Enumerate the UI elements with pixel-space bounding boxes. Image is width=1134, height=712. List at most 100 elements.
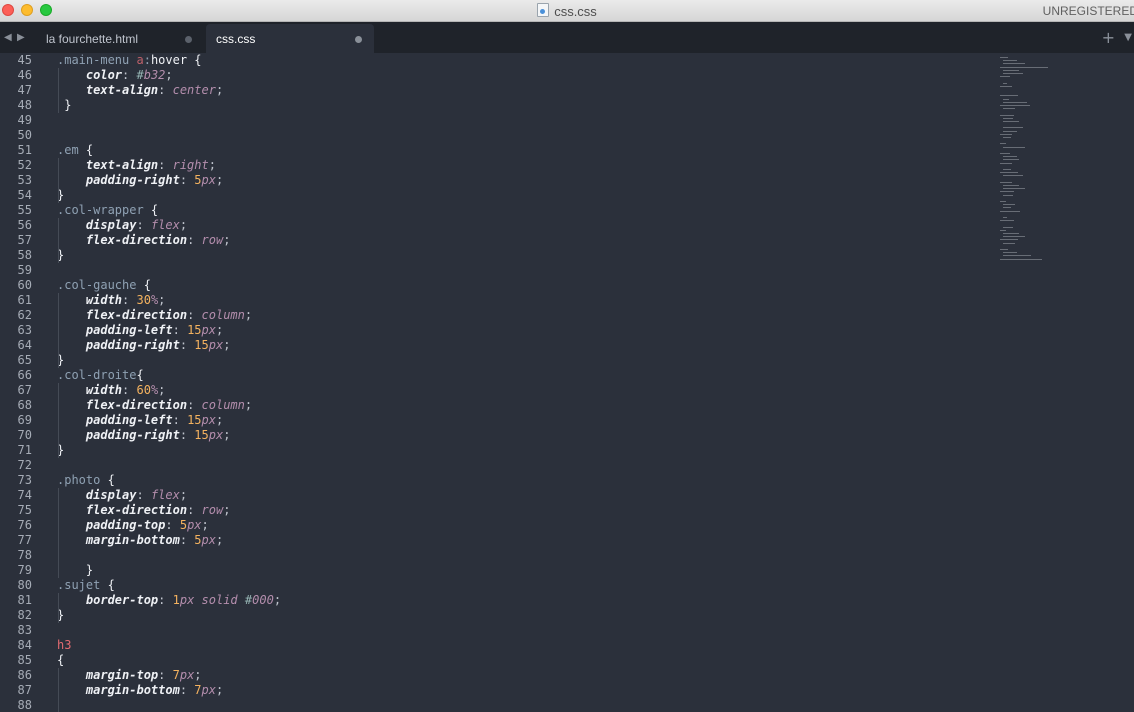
code-token: 000 bbox=[252, 593, 274, 607]
triangle-down-icon[interactable]: ▼ bbox=[1124, 32, 1132, 43]
code-text: flex-direction: column; bbox=[57, 308, 252, 323]
tab-close-dot-icon[interactable] bbox=[185, 36, 192, 43]
code-line[interactable]: 61 width: 30%; bbox=[0, 293, 990, 308]
code-line[interactable]: 79 } bbox=[0, 563, 990, 578]
code-text: padding-top: 5px; bbox=[57, 518, 209, 533]
code-line[interactable]: 49 bbox=[0, 113, 990, 128]
code-text: .col-wrapper { bbox=[57, 203, 158, 218]
code-line[interactable]: 65} bbox=[0, 353, 990, 368]
code-line[interactable]: 78 bbox=[0, 548, 990, 563]
tab-close-dot-icon[interactable] bbox=[355, 36, 362, 43]
code-line[interactable]: 86 margin-top: 7px; bbox=[0, 668, 990, 683]
code-line[interactable]: 54} bbox=[0, 188, 990, 203]
line-number: 73 bbox=[17, 473, 32, 487]
code-line[interactable]: 57 flex-direction: row; bbox=[0, 233, 990, 248]
code-line[interactable]: 84 h3 bbox=[0, 638, 990, 653]
code-line[interactable]: 50 bbox=[0, 128, 990, 143]
code-line[interactable]: 64 padding-right: 15px; bbox=[0, 338, 990, 353]
code-token: # bbox=[136, 68, 144, 82]
code-line[interactable]: 76 padding-top: 5px; bbox=[0, 518, 990, 533]
line-number: 79 bbox=[17, 563, 32, 577]
code-token: display bbox=[85, 488, 137, 502]
code-line[interactable]: 62 flex-direction: column; bbox=[0, 308, 990, 323]
indent-guide bbox=[58, 668, 59, 712]
code-line[interactable]: 66 .col-droite{ bbox=[0, 368, 990, 383]
code-line[interactable]: 81 border-top: 1px solid #000; bbox=[0, 593, 990, 608]
line-number: 50 bbox=[17, 128, 32, 142]
minimap-line bbox=[1000, 172, 1018, 174]
code-token: 15 bbox=[187, 413, 202, 427]
code-line[interactable]: 72 bbox=[0, 458, 990, 473]
code-line[interactable]: 63 padding-left: 15px; bbox=[0, 323, 990, 338]
code-token: .col-gauche bbox=[57, 278, 137, 292]
code-text: flex-direction: row; bbox=[57, 233, 231, 248]
triangle-right-icon[interactable]: ▶ bbox=[17, 32, 25, 43]
code-line[interactable]: 67 width: 60%; bbox=[0, 383, 990, 398]
code-text: margin-bottom: 7px; bbox=[57, 683, 223, 698]
code-token: b32 bbox=[143, 68, 166, 82]
code-token: width bbox=[85, 293, 123, 307]
code-line[interactable]: 58} bbox=[0, 248, 990, 263]
code-line[interactable]: 48 } bbox=[0, 98, 990, 113]
code-token: : bbox=[143, 53, 151, 67]
code-editor[interactable]: 45 .main-menu a:hover {46 color: #b32; 47 … bbox=[0, 53, 1134, 712]
triangle-left-icon[interactable]: ◀ bbox=[4, 32, 12, 43]
code-line[interactable]: 88 bbox=[0, 698, 990, 712]
line-number: 72 bbox=[17, 458, 32, 472]
line-number: 68 bbox=[17, 398, 32, 412]
line-number: 55 bbox=[17, 203, 32, 217]
code-line[interactable]: 77 margin-bottom: 5px; bbox=[0, 533, 990, 548]
code-line[interactable]: 46 color: #b32; bbox=[0, 68, 990, 83]
minimap-line bbox=[1003, 137, 1011, 138]
minimap-line bbox=[1003, 146, 1025, 148]
code-line[interactable]: 87 margin-bottom: 7px; bbox=[0, 683, 990, 698]
code-text: margin-bottom: 5px; bbox=[57, 533, 223, 548]
code-line[interactable]: 59 bbox=[0, 263, 990, 278]
code-text: text-align: center; bbox=[57, 83, 223, 98]
code-line[interactable]: 45 .main-menu a:hover { bbox=[0, 53, 990, 68]
code-line[interactable]: 70 padding-right: 15px; bbox=[0, 428, 990, 443]
code-line[interactable]: 80 .sujet { bbox=[0, 578, 990, 593]
code-line[interactable]: 73 .photo { bbox=[0, 473, 990, 488]
code-line[interactable]: 83 bbox=[0, 623, 990, 638]
code-line[interactable]: 52 text-align: right; bbox=[0, 158, 990, 173]
code-line[interactable]: 74 display: flex; bbox=[0, 488, 990, 503]
css-file-icon bbox=[537, 3, 550, 17]
code-line[interactable]: 55 .col-wrapper { bbox=[0, 203, 990, 218]
code-token: : bbox=[187, 233, 202, 247]
code-token: ; bbox=[215, 413, 224, 427]
code-token: .photo bbox=[57, 473, 101, 487]
tab-css[interactable]: css.css bbox=[206, 24, 374, 53]
code-line[interactable]: 68 flex-direction: column; bbox=[0, 398, 990, 413]
line-number: 56 bbox=[17, 218, 32, 232]
code-token: 1 bbox=[172, 593, 180, 607]
code-line[interactable]: 82} bbox=[0, 608, 990, 623]
code-text: { bbox=[57, 653, 64, 668]
plus-icon[interactable]: + bbox=[1102, 28, 1115, 47]
minimap[interactable] bbox=[1000, 57, 1060, 267]
line-number: 49 bbox=[17, 113, 32, 127]
line-number: 51 bbox=[17, 143, 32, 157]
code-line[interactable]: 69 padding-left: 15px; bbox=[0, 413, 990, 428]
code-text: padding-right: 5px; bbox=[57, 173, 223, 188]
code-token: : bbox=[122, 383, 137, 397]
code-token: .em bbox=[57, 143, 79, 157]
tab-la-fourchette[interactable]: la fourchette.html bbox=[28, 24, 206, 53]
code-line[interactable]: 71} bbox=[0, 443, 990, 458]
code-line[interactable]: 85 { bbox=[0, 653, 990, 668]
code-line[interactable]: 53 padding-right: 5px; bbox=[0, 173, 990, 188]
minimap-line bbox=[1003, 63, 1025, 65]
line-number: 71 bbox=[17, 443, 32, 457]
code-line[interactable]: 51 .em { bbox=[0, 143, 990, 158]
code-token: 15 bbox=[194, 338, 209, 352]
code-line[interactable]: 75 flex-direction: row; bbox=[0, 503, 990, 518]
indent-guide bbox=[58, 68, 59, 113]
code-token: ; bbox=[273, 593, 282, 607]
code-text: padding-left: 15px; bbox=[57, 413, 223, 428]
code-line[interactable]: 60 .col-gauche { bbox=[0, 278, 990, 293]
code-line[interactable]: 56 display: flex; bbox=[0, 218, 990, 233]
code-line[interactable]: 47 text-align: center; bbox=[0, 83, 990, 98]
